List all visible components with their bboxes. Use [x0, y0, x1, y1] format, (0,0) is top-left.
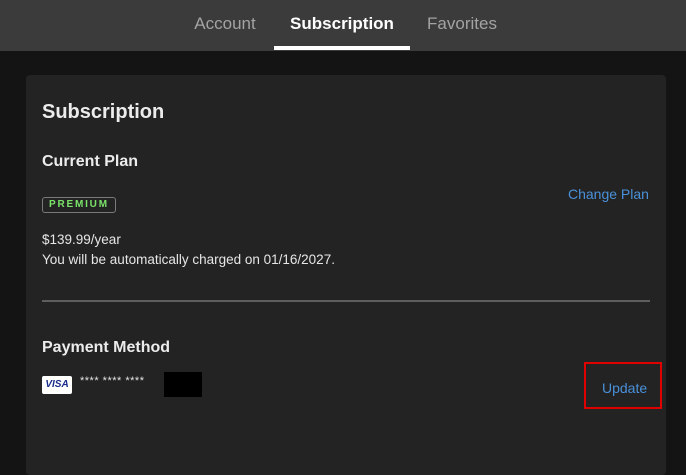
active-tab-indicator	[274, 46, 410, 50]
update-highlight-box	[584, 362, 662, 409]
plan-badge: PREMIUM	[42, 197, 116, 213]
current-plan-heading: Current Plan	[42, 153, 139, 170]
tab-favorites[interactable]: Favorites	[420, 0, 504, 51]
plan-price: $139.99/year	[42, 232, 121, 247]
subscription-card: Subscription Current Plan PREMIUM $139.9…	[26, 75, 666, 475]
visa-card-icon: VISA	[42, 376, 72, 394]
top-nav: Account Subscription Favorites	[0, 0, 686, 51]
card-title: Subscription	[42, 101, 165, 123]
payment-method-heading: Payment Method	[42, 339, 171, 356]
masked-card-number: **** **** ****	[80, 375, 145, 387]
tab-subscription[interactable]: Subscription	[274, 0, 410, 51]
charge-note: You will be automatically charged on 01/…	[42, 252, 335, 267]
change-plan-link[interactable]: Change Plan	[568, 186, 649, 202]
section-divider	[42, 300, 650, 302]
tab-account[interactable]: Account	[185, 0, 265, 51]
redacted-digits	[164, 372, 202, 397]
